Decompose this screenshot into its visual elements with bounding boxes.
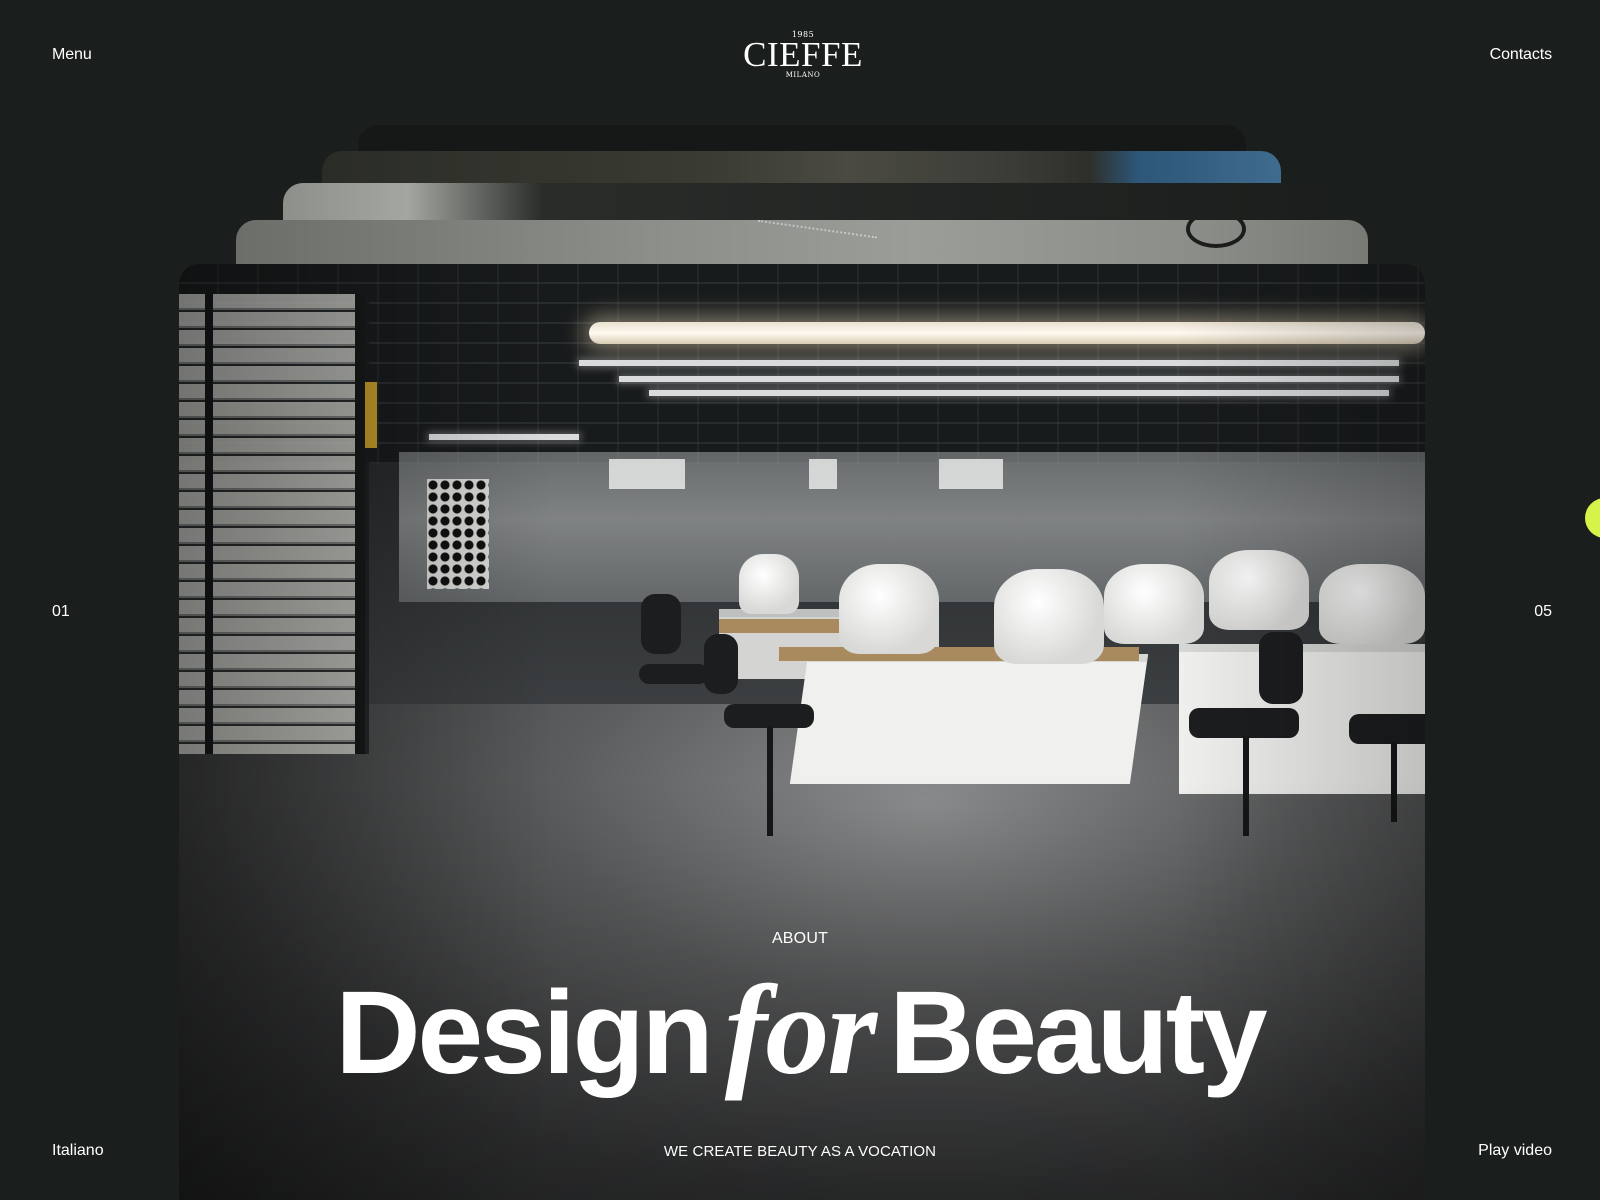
page: Menu 1985 CIEFFE MILANO Contacts 01 05 A… <box>0 0 1600 1200</box>
brand-logo[interactable]: 1985 CIEFFE MILANO <box>740 31 866 83</box>
hero-tagline: WE CREATE BEAUTY AS A VOCATION <box>663 1143 937 1160</box>
slide-current-number: 01 <box>52 603 70 620</box>
hero-headline: Design for Beauty <box>0 966 1600 1094</box>
slide-detail <box>755 220 877 259</box>
play-video-button[interactable]: Play video <box>1478 1142 1552 1160</box>
section-eyebrow: ABOUT <box>771 930 829 947</box>
headline-italic-word: for <box>724 959 877 1101</box>
slide-total-number: 05 <box>1534 603 1552 620</box>
language-switch[interactable]: Italiano <box>52 1142 104 1160</box>
headline-word-1: Design <box>335 967 713 1099</box>
headline-word-2: Beauty <box>889 967 1267 1099</box>
menu-button[interactable]: Menu <box>52 46 92 64</box>
next-slide-dot[interactable] <box>1585 498 1600 538</box>
contacts-link[interactable]: Contacts <box>1490 46 1552 64</box>
slide-detail <box>1186 220 1246 248</box>
logo-brand: CIEFFE <box>743 35 863 74</box>
